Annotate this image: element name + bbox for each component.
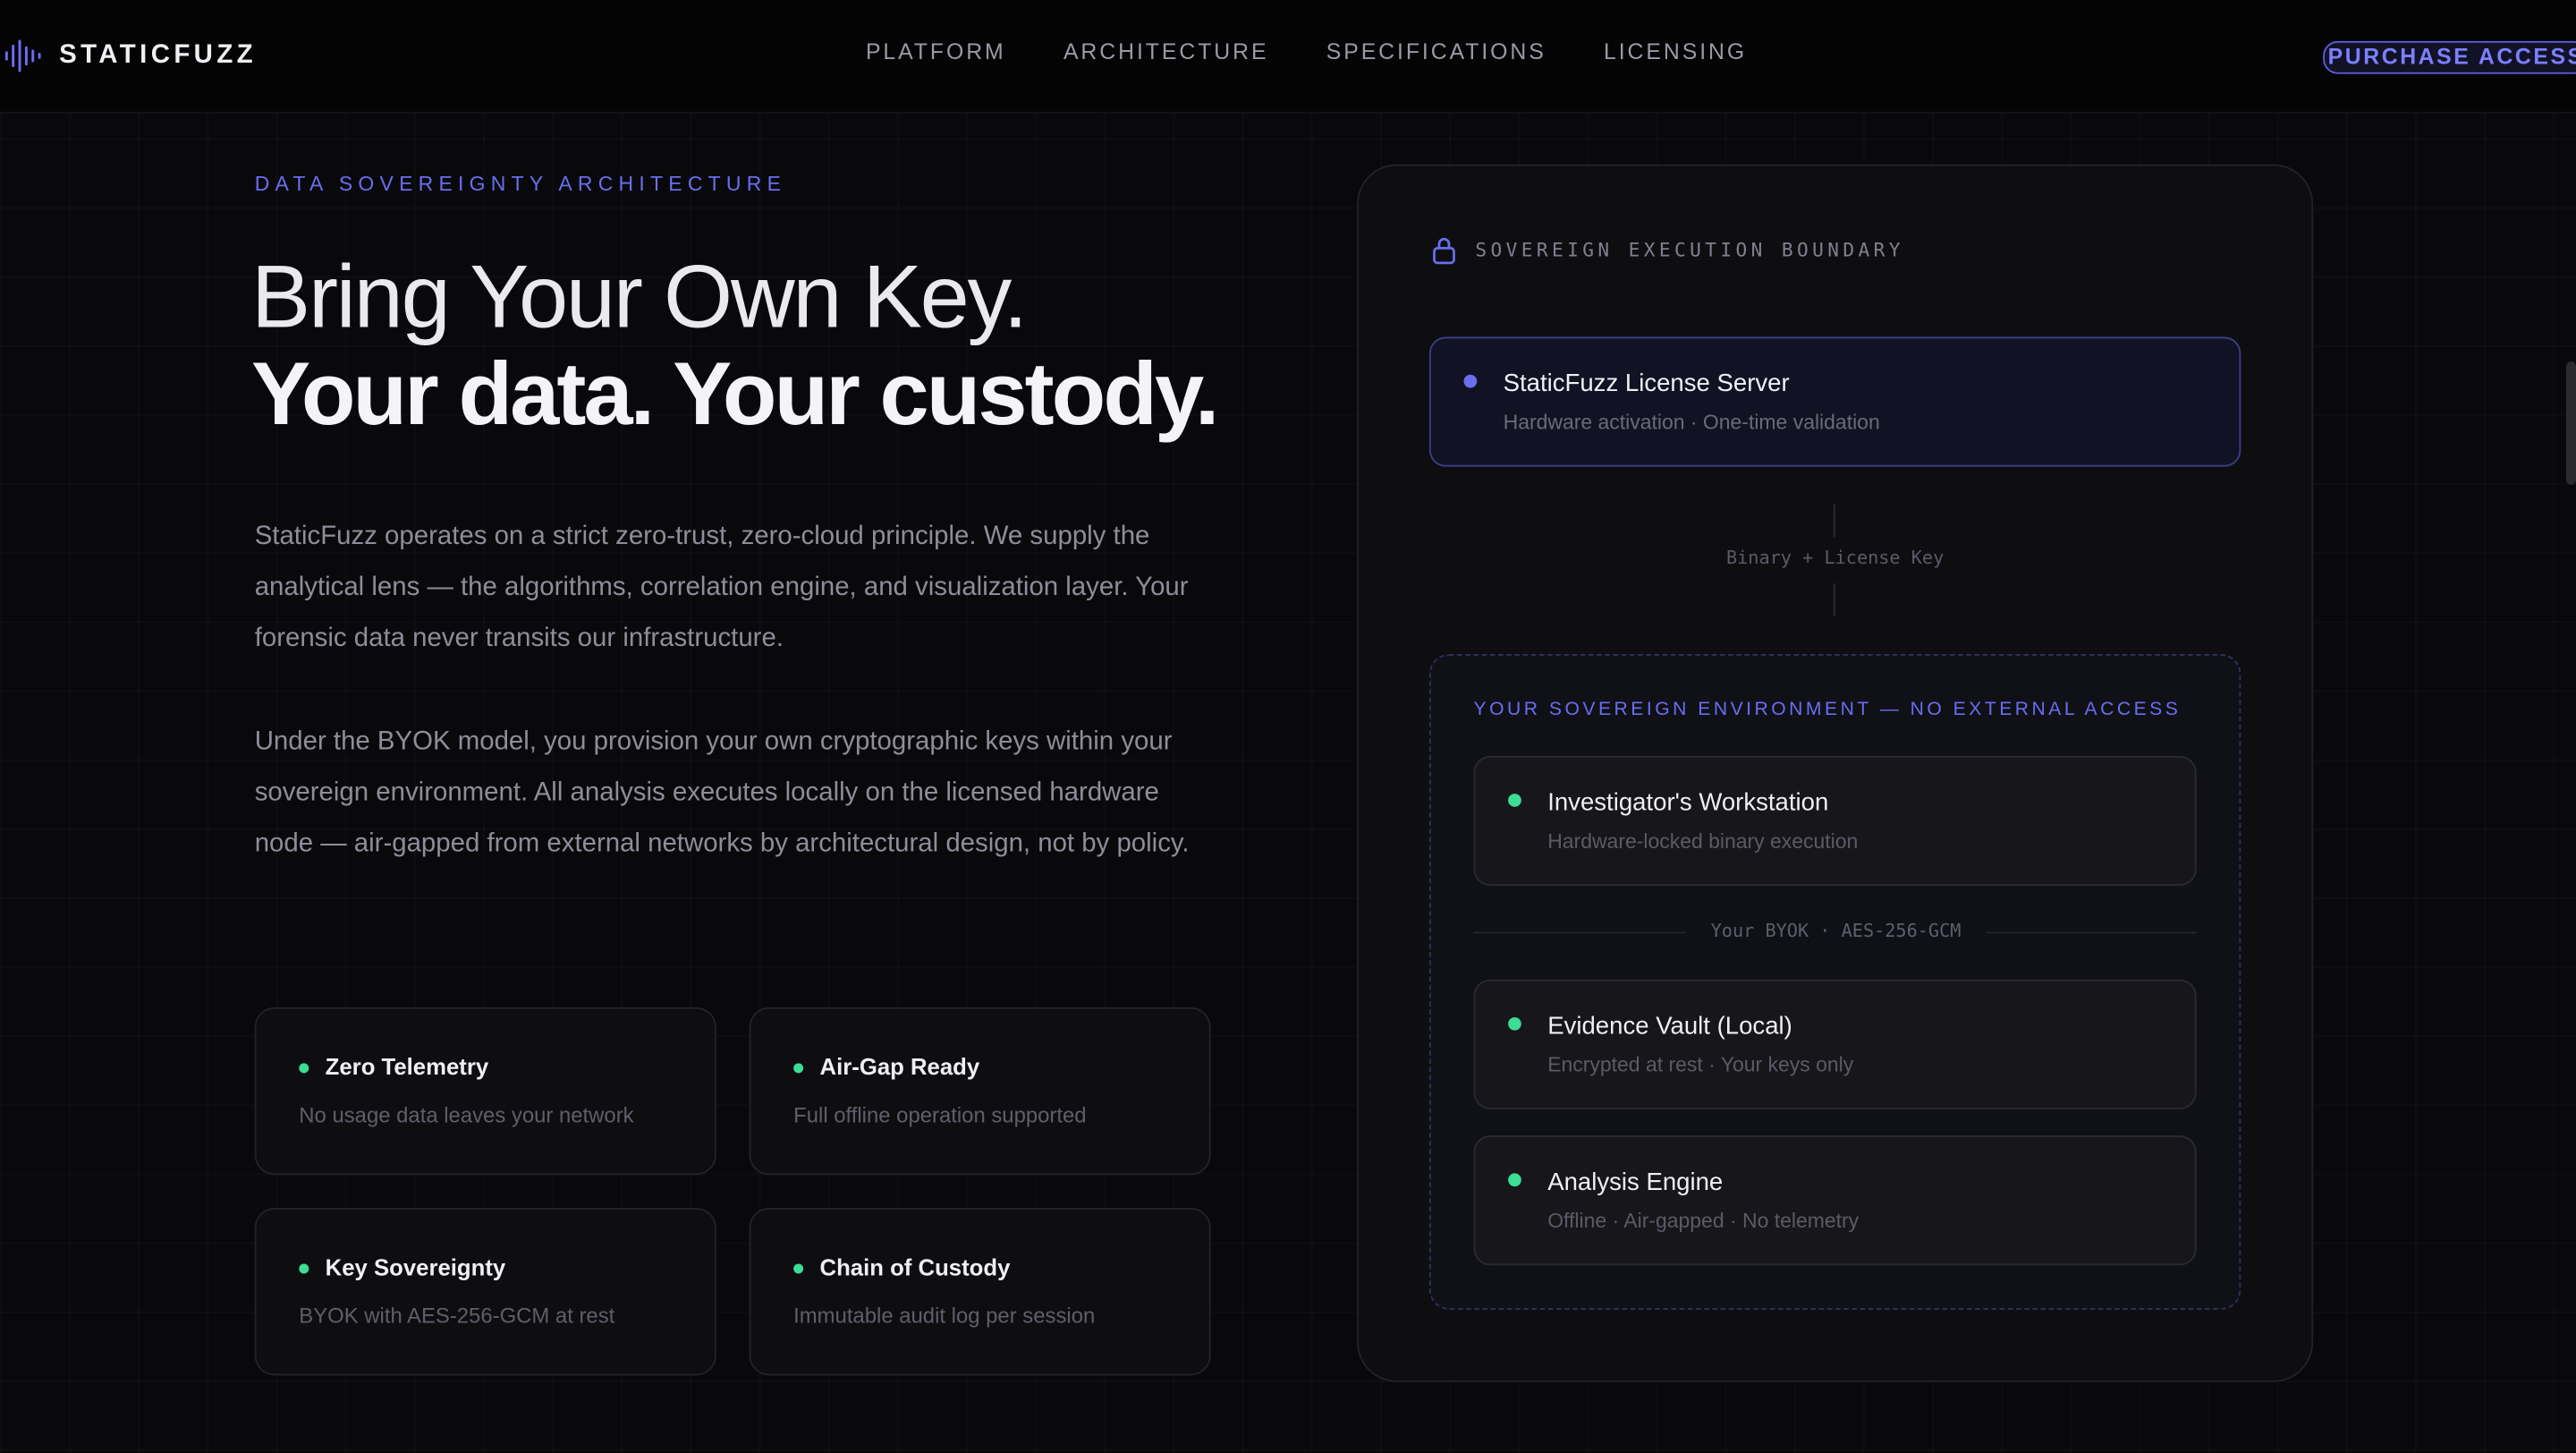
byok-paragraph: Under the BYOK model, you provision your… — [254, 727, 1190, 859]
feature-desc: Full offline operation supported — [793, 1102, 1087, 1127]
status-dot — [793, 1063, 804, 1074]
feature-desc: Immutable audit log per session — [793, 1303, 1096, 1329]
brand[interactable]: STATICFUZZ — [4, 36, 257, 75]
workstation-card: Investigator's Workstation Hardware-lock… — [1473, 755, 2197, 886]
environment-label: YOUR SOVEREIGN ENVIRONMENT — NO EXTERNAL… — [1473, 700, 2182, 720]
divider — [1986, 931, 2197, 934]
purchase-access-button[interactable]: PURCHASE ACCESS — [2323, 40, 2576, 74]
divider — [1473, 931, 1686, 934]
top-nav: STATICFUZZ PLATFORM ARCHITECTURE SPECIFI… — [0, 0, 2576, 114]
analysis-engine-card: Analysis Engine Offline · Air-gapped · N… — [1473, 1135, 2197, 1266]
status-dot — [1463, 374, 1478, 388]
card-desc: Hardware activation · One-time validatio… — [1503, 411, 1880, 434]
connector-line — [1833, 504, 1835, 538]
feature-card-air-gap: Air-Gap Ready Full offline operation sup… — [749, 1007, 1211, 1176]
status-dot — [793, 1263, 804, 1274]
feature-card-zero-telemetry: Zero Telemetry No usage data leaves your… — [254, 1007, 716, 1176]
byok-label: Your BYOK · AES-256-GCM — [1710, 920, 1962, 942]
license-server-card: StaticFuzz License Server Hardware activ… — [1428, 336, 2241, 467]
evidence-vault-card: Evidence Vault (Local) Encrypted at rest… — [1473, 979, 2197, 1109]
panel-title: SOVEREIGN EXECUTION BOUNDARY — [1475, 238, 1904, 262]
feature-title: Key Sovereignty — [325, 1253, 506, 1280]
page: STATICFUZZ PLATFORM ARCHITECTURE SPECIFI… — [0, 0, 2576, 1453]
nav-link-architecture[interactable]: ARCHITECTURE — [1063, 39, 1269, 64]
card-title: Analysis Engine — [1547, 1168, 1724, 1197]
nav-link-platform[interactable]: PLATFORM — [866, 39, 1006, 64]
card-title: Investigator's Workstation — [1547, 788, 1829, 817]
status-dot — [1508, 1016, 1521, 1031]
section-eyebrow: DATA SOVEREIGNTY ARCHITECTURE — [254, 172, 787, 196]
status-dot — [1508, 1173, 1521, 1187]
card-title: Evidence Vault (Local) — [1547, 1012, 1792, 1041]
nav-link-specifications[interactable]: SPECIFICATIONS — [1326, 39, 1546, 64]
feature-title: Zero Telemetry — [325, 1053, 489, 1080]
connector-line — [1833, 583, 1835, 616]
status-dot — [1508, 794, 1521, 807]
nav-link-licensing[interactable]: LICENSING — [1604, 39, 1747, 64]
feature-desc: No usage data leaves your network — [299, 1102, 634, 1127]
feature-title: Air-Gap Ready — [819, 1053, 980, 1080]
waveform-icon — [4, 39, 41, 72]
brand-name: STATICFUZZ — [59, 40, 258, 70]
nav-links: PLATFORM ARCHITECTURE SPECIFICATIONS LIC… — [866, 39, 1747, 64]
card-desc: Hardware-locked binary execution — [1547, 829, 1859, 854]
card-desc: Encrypted at rest · Your keys only — [1547, 1053, 1854, 1077]
card-title: StaticFuzz License Server — [1503, 370, 1790, 398]
lock-icon — [1433, 237, 1455, 265]
feature-desc: BYOK with AES-256-GCM at rest — [299, 1303, 615, 1329]
connector-label: Binary + License Key — [1725, 547, 1945, 569]
card-desc: Offline · Air-gapped · No telemetry — [1547, 1209, 1860, 1233]
status-dot — [299, 1063, 309, 1074]
intro-paragraph: StaticFuzz operates on a strict zero-tru… — [254, 523, 1189, 653]
status-dot — [299, 1263, 309, 1274]
feature-card-key-sovereignty: Key Sovereignty BYOK with AES-256-GCM at… — [254, 1208, 716, 1376]
scrollbar-thumb[interactable] — [2565, 361, 2576, 485]
hero-title-line-2: Your data. Your custody. — [251, 344, 1219, 444]
feature-card-chain-of-custody: Chain of Custody Immutable audit log per… — [749, 1208, 1211, 1376]
feature-title: Chain of Custody — [819, 1253, 1011, 1280]
hero-title-line-1: Bring Your Own Key. — [251, 248, 1028, 347]
